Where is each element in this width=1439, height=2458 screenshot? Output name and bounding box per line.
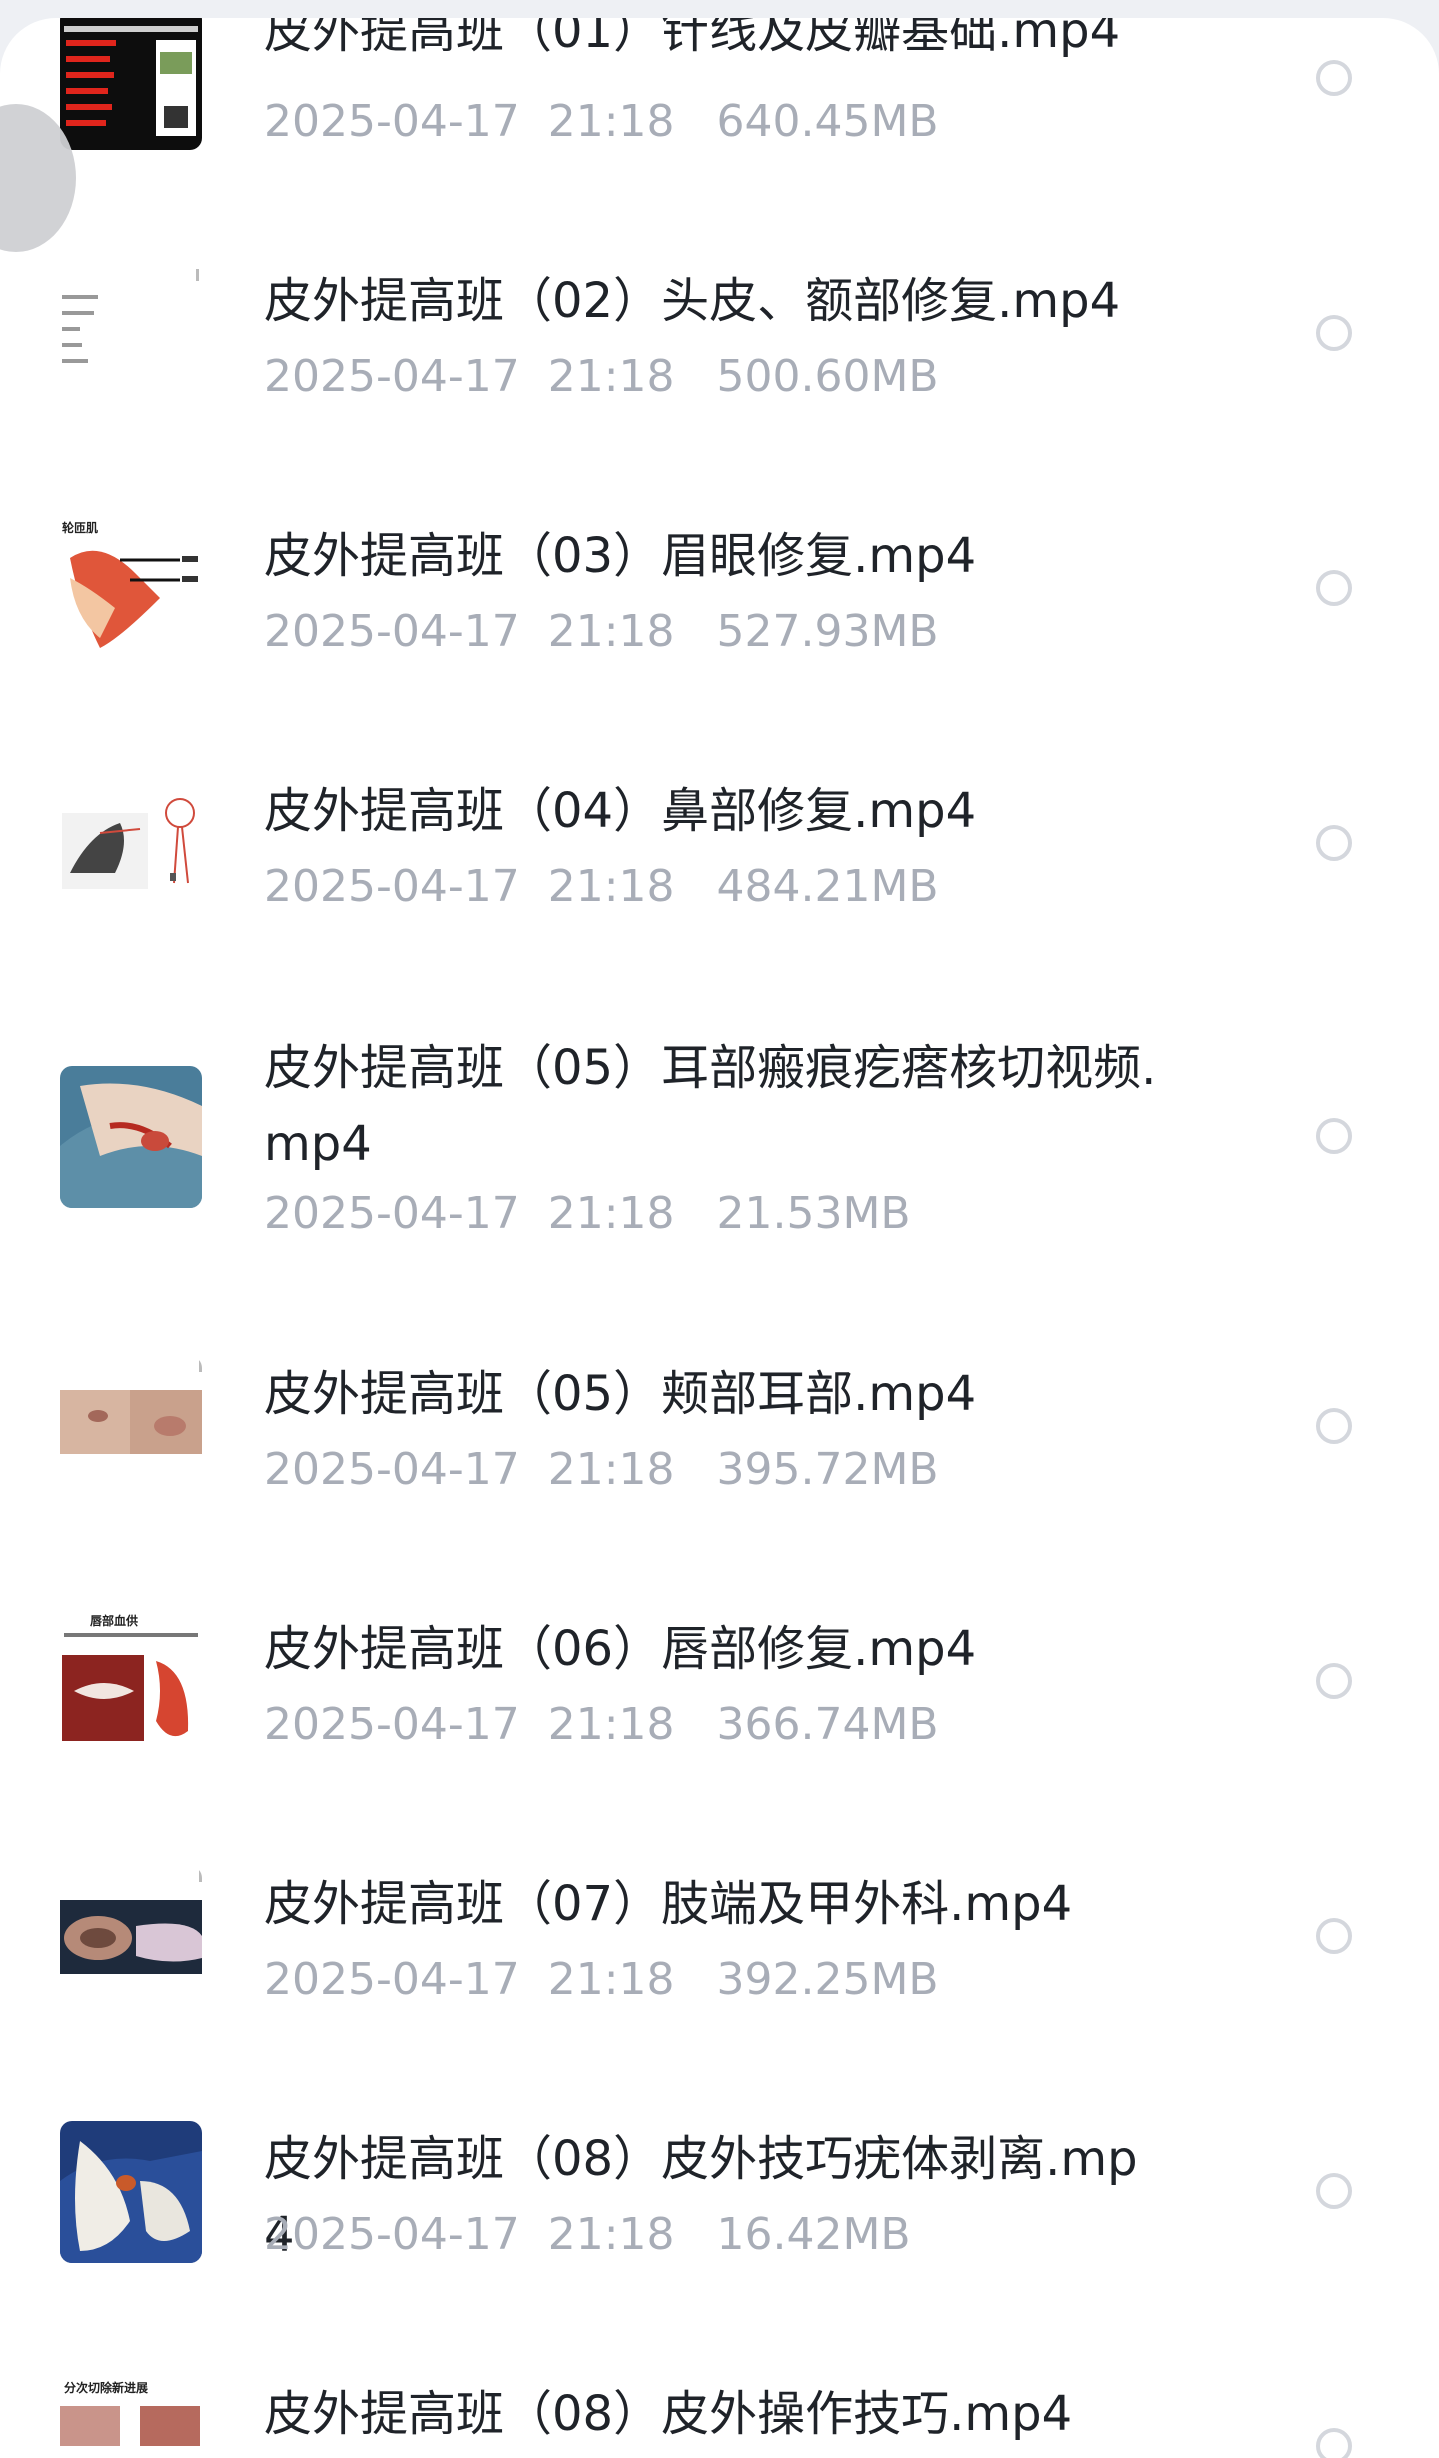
file-date: 2025-04-17 [264,1444,520,1495]
thumbnail-caption: 分次切除新进展 [64,2380,148,2395]
select-radio[interactable] [1316,1918,1352,1954]
video-thumbnail [60,773,202,915]
file-name: 皮外提高班（04）鼻部修复.mp4 [264,783,977,839]
file-size: 527.93MB [716,606,939,657]
video-thumbnail [60,1066,202,1208]
file-meta: 2025-04-17 21:18 527.93MB [264,604,939,660]
file-meta: 2025-04-17 21:18 640.45MB [264,94,939,150]
thumbnail-caption: 唇部血供 [90,1613,138,1628]
file-date: 2025-04-17 [264,1954,520,2005]
file-time: 21:18 [547,351,675,402]
video-thumbnail: 唇部血供 [60,1611,202,1753]
file-size: 366.74MB [716,1699,939,1750]
file-list-sheet: 皮外提高班（01）针线及皮瓣基础.mp4 2025-04-17 21:18 64… [0,18,1439,2458]
video-thumbnail [60,263,202,405]
file-time: 21:18 [547,861,675,912]
file-name: 皮外提高班（08）皮外操作技巧.mp4 [264,2386,1073,2442]
file-meta: 2025-04-17 21:18 392.25MB [264,1952,939,2008]
select-radio[interactable] [1316,570,1352,606]
file-date: 2025-04-17 [264,351,520,402]
file-date: 2025-04-17 [264,606,520,657]
select-radio[interactable] [1316,315,1352,351]
select-radio[interactable] [1316,2428,1352,2458]
file-meta: 2025-04-17 21:18 366.74MB [264,1697,939,1753]
slide-progress-thumbnail-icon: 分次切除新进展 [60,2376,202,2458]
file-date: 2025-04-17 [264,1188,520,1239]
file-time: 21:18 [547,96,675,147]
select-radio[interactable] [1316,1408,1352,1444]
select-radio[interactable] [1316,1118,1352,1154]
select-radio[interactable] [1316,825,1352,861]
file-size: 500.60MB [716,351,939,402]
file-size: 21.53MB [716,1188,911,1239]
file-meta: 2025-04-17 21:18 484.21MB [264,859,939,915]
select-radio[interactable] [1316,1663,1352,1699]
file-time: 21:18 [547,1954,675,2005]
file-time: 21:18 [547,2209,675,2260]
video-thumbnail: 分次切除新进展 [60,2376,202,2458]
file-name: 皮外提高班（06）唇部修复.mp4 [264,1621,977,1677]
file-name: 皮外提高班（03）眉眼修复.mp4 [264,528,977,584]
file-name: 皮外提高班（05）耳部瘢痕疙瘩核切视频.mp4 [264,1040,1157,1172]
file-name: 皮外提高班（01）针线及皮瓣基础.mp4 [264,18,1121,59]
thumbnail-caption: 轮匝肌 [62,520,98,535]
file-name: 皮外提高班（02）头皮、额部修复.mp4 [264,273,1121,329]
file-name: 皮外提高班（07）肢端及甲外科.mp4 [264,1876,1073,1932]
limb-photo-thumbnail-icon [60,1866,202,2008]
video-thumbnail [60,1356,202,1498]
file-date: 2025-04-17 [264,96,520,147]
select-radio[interactable] [1316,2173,1352,2209]
file-name: 皮外提高班（05）颊部耳部.mp4 [264,1366,977,1422]
video-thumbnail [60,2121,202,2263]
glove-surgery-thumbnail-icon [60,2121,202,2263]
video-thumbnail: 轮匝肌 [60,518,202,660]
file-time: 21:18 [547,1444,675,1495]
file-size: 484.21MB [716,861,939,912]
cheek-photo-thumbnail-icon [60,1356,202,1498]
file-meta: 2025-04-17 21:18 395.72MB [264,1442,939,1498]
file-date: 2025-04-17 [264,2209,520,2260]
nose-diagram-thumbnail-icon [60,773,202,915]
file-size: 395.72MB [716,1444,939,1495]
file-size: 640.45MB [716,96,939,147]
video-thumbnail [60,1866,202,2008]
file-time: 21:18 [547,1699,675,1750]
surgery-photo-thumbnail-icon [60,1066,202,1208]
file-meta: 2025-04-17 21:18 16.42MB [264,2207,911,2263]
lip-slide-thumbnail-icon: 唇部血供 [60,1611,202,1753]
slide-text-thumbnail-icon [60,263,202,405]
video-thumbnail [60,18,202,150]
anatomy-muscle-thumbnail-icon: 轮匝肌 [60,518,202,660]
file-time: 21:18 [547,1188,675,1239]
file-meta: 2025-04-17 21:18 21.53MB [264,1186,911,1242]
file-meta: 2025-04-17 21:18 500.60MB [264,349,939,405]
file-size: 392.25MB [716,1954,939,2005]
file-size: 16.42MB [716,2209,911,2260]
select-radio[interactable] [1316,60,1352,96]
slide-schedule-thumbnail-icon [60,18,202,150]
file-date: 2025-04-17 [264,1699,520,1750]
file-time: 21:18 [547,606,675,657]
file-date: 2025-04-17 [264,861,520,912]
